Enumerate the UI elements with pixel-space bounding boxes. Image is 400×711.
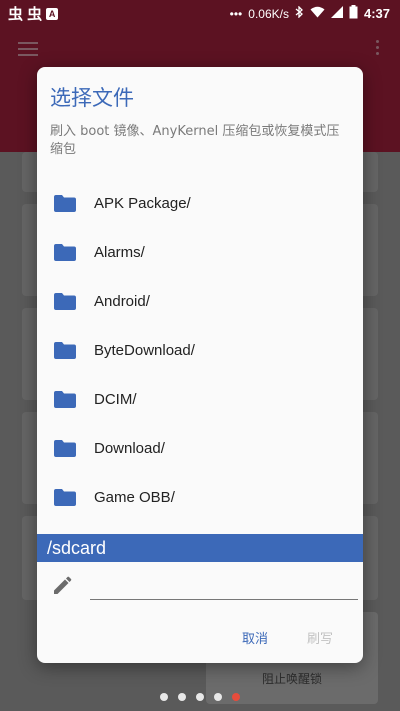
- more-options-icon[interactable]: [376, 40, 380, 56]
- folder-icon: [54, 293, 76, 310]
- file-name: ByteDownload/: [94, 342, 195, 359]
- folder-icon: [54, 440, 76, 457]
- status-bar: 虫 虫 A ••• 0.06K/s 4:37: [0, 0, 400, 24]
- bluetooth-icon: [295, 5, 304, 21]
- page-dot[interactable]: [160, 693, 168, 701]
- file-chooser-dialog: 选择文件 刷入 boot 镜像、AnyKernel 压缩包或恢复模式压缩包 AP…: [37, 67, 363, 663]
- file-item-alarms[interactable]: Alarms/: [37, 228, 363, 277]
- file-item-download[interactable]: Download/: [37, 424, 363, 473]
- path-input[interactable]: [90, 575, 358, 600]
- page-dot[interactable]: [178, 693, 186, 701]
- folder-icon: [54, 391, 76, 408]
- battery-icon: [349, 5, 358, 22]
- status-indicators: ••• 0.06K/s 4:37: [230, 5, 390, 22]
- wakelock-label: 阻止唤醒锁: [261, 672, 322, 686]
- page-indicator: [160, 693, 240, 701]
- file-list: APK Package/ Alarms/ Android/ ByteDownlo…: [37, 179, 363, 522]
- notification-glyphs: 虫 虫: [8, 6, 43, 23]
- clock: 4:37: [363, 6, 390, 21]
- file-item-bytedownload[interactable]: ByteDownload/: [37, 326, 363, 375]
- folder-icon: [54, 244, 76, 261]
- file-name: Alarms/: [94, 244, 145, 261]
- screen: 阻止唤醒锁 虫 虫 A ••• 0.06K/s 4:37 选择文件 刷入 boo…: [0, 0, 400, 711]
- file-item-game-obb[interactable]: Game OBB/: [37, 473, 363, 522]
- file-name: DCIM/: [94, 391, 137, 408]
- menu-icon[interactable]: [18, 42, 38, 56]
- flash-button[interactable]: 刷写: [307, 628, 333, 647]
- file-item-dcim[interactable]: DCIM/: [37, 375, 363, 424]
- file-name: Download/: [94, 440, 165, 457]
- folder-icon: [54, 195, 76, 212]
- signal-icon: [330, 6, 343, 21]
- dialog-actions: 取消 刷写: [37, 625, 363, 649]
- page-dot-active[interactable]: [232, 693, 240, 701]
- dialog-subtitle: 刷入 boot 镜像、AnyKernel 压缩包或恢复模式压缩包: [50, 124, 340, 157]
- file-item-apk-package[interactable]: APK Package/: [37, 179, 363, 228]
- file-item-android[interactable]: Android/: [37, 277, 363, 326]
- cancel-button[interactable]: 取消: [242, 628, 268, 647]
- notification-badge-icon: A: [46, 7, 59, 20]
- pencil-icon: [54, 576, 72, 594]
- current-path: /sdcard: [37, 534, 363, 562]
- path-edit-row: [37, 567, 363, 607]
- file-name: Game OBB/: [94, 489, 175, 506]
- file-name: APK Package/: [94, 195, 191, 212]
- network-speed: 0.06K/s: [248, 6, 289, 21]
- folder-icon: [54, 342, 76, 359]
- file-name: Android/: [94, 293, 150, 310]
- status-notifications: 虫 虫 A: [8, 3, 59, 24]
- menu-dots-icon: •••: [229, 6, 243, 21]
- folder-icon: [54, 489, 76, 506]
- page-dot[interactable]: [196, 693, 204, 701]
- dialog-title: 选择文件: [50, 86, 134, 110]
- page-dot[interactable]: [214, 693, 222, 701]
- wifi-icon: [310, 6, 325, 21]
